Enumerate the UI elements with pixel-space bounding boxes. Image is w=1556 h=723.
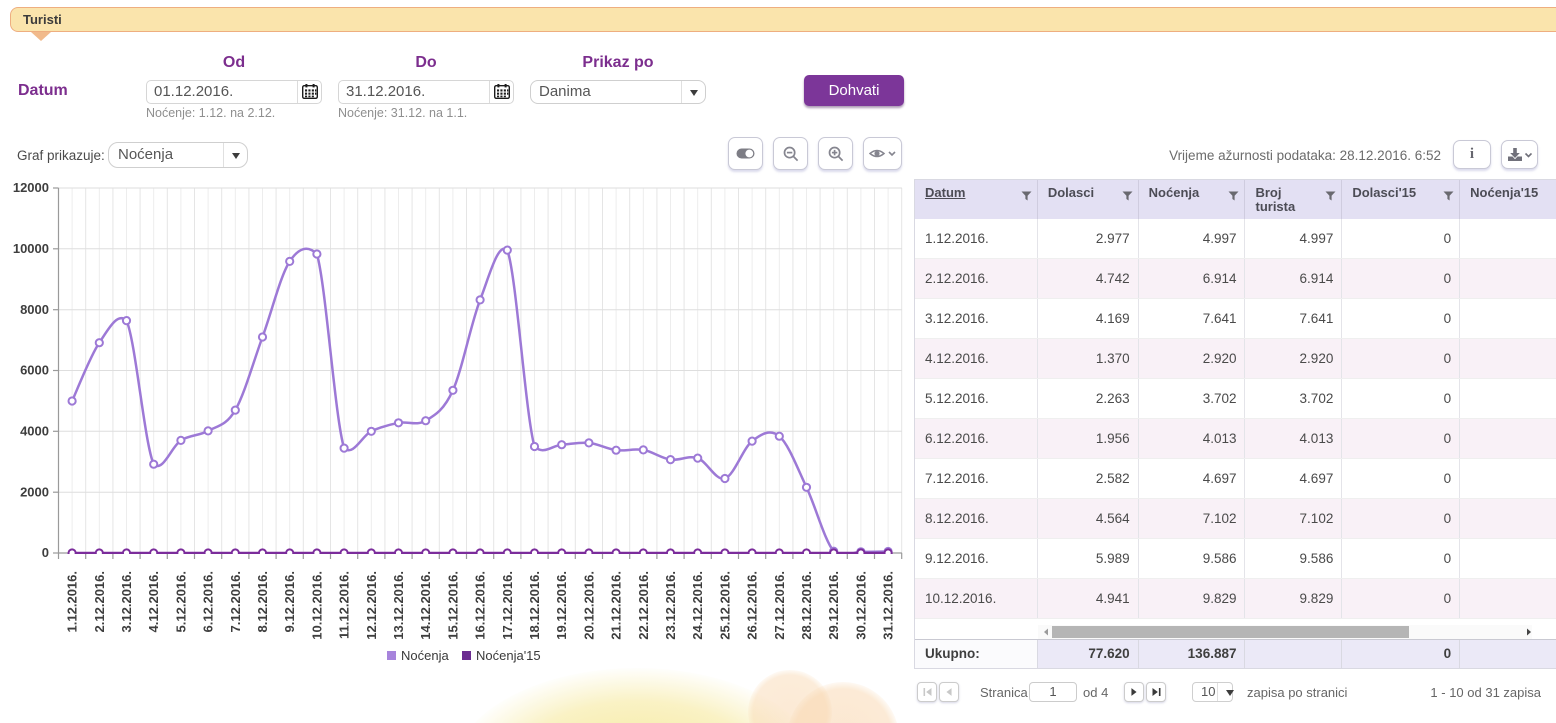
svg-text:28.12.2016.: 28.12.2016. (799, 571, 814, 640)
svg-text:9.12.2016.: 9.12.2016. (282, 571, 297, 632)
svg-text:17.12.2016.: 17.12.2016. (500, 571, 515, 640)
svg-text:12000: 12000 (13, 180, 49, 195)
svg-text:12.12.2016.: 12.12.2016. (364, 571, 379, 640)
svg-text:5.12.2016.: 5.12.2016. (173, 571, 188, 632)
svg-text:22.12.2016.: 22.12.2016. (636, 571, 651, 640)
svg-text:27.12.2016.: 27.12.2016. (772, 571, 787, 640)
svg-text:15.12.2016.: 15.12.2016. (445, 571, 460, 640)
svg-text:1.12.2016.: 1.12.2016. (65, 571, 80, 632)
svg-text:3.12.2016.: 3.12.2016. (119, 571, 134, 632)
svg-text:13.12.2016.: 13.12.2016. (391, 571, 406, 640)
svg-text:24.12.2016.: 24.12.2016. (690, 571, 705, 640)
svg-text:2000: 2000 (20, 484, 49, 499)
svg-text:19.12.2016.: 19.12.2016. (554, 571, 569, 640)
svg-text:20.12.2016.: 20.12.2016. (581, 571, 596, 640)
svg-text:6.12.2016.: 6.12.2016. (201, 571, 216, 632)
svg-text:6000: 6000 (20, 363, 49, 378)
svg-text:18.12.2016.: 18.12.2016. (527, 571, 542, 640)
svg-text:8000: 8000 (20, 302, 49, 317)
svg-text:0: 0 (42, 545, 49, 560)
svg-text:4.12.2016.: 4.12.2016. (146, 571, 161, 632)
svg-text:Noćenja'15: Noćenja'15 (476, 648, 541, 663)
svg-text:8.12.2016.: 8.12.2016. (255, 571, 270, 632)
svg-text:29.12.2016.: 29.12.2016. (826, 571, 841, 640)
svg-text:Noćenja: Noćenja (401, 648, 449, 663)
svg-text:21.12.2016.: 21.12.2016. (609, 571, 624, 640)
svg-text:4000: 4000 (20, 424, 49, 439)
svg-text:31.12.2016.: 31.12.2016. (881, 571, 896, 640)
svg-text:30.12.2016.: 30.12.2016. (853, 571, 868, 640)
svg-text:16.12.2016.: 16.12.2016. (473, 571, 488, 640)
svg-text:25.12.2016.: 25.12.2016. (717, 571, 732, 640)
svg-text:11.12.2016.: 11.12.2016. (337, 571, 352, 639)
svg-text:10000: 10000 (13, 241, 49, 256)
svg-text:23.12.2016.: 23.12.2016. (663, 571, 678, 640)
svg-text:7.12.2016.: 7.12.2016. (228, 571, 243, 632)
svg-text:10.12.2016.: 10.12.2016. (309, 571, 324, 640)
svg-text:26.12.2016.: 26.12.2016. (745, 571, 760, 640)
svg-text:14.12.2016.: 14.12.2016. (418, 571, 433, 640)
svg-text:2.12.2016.: 2.12.2016. (92, 571, 107, 632)
